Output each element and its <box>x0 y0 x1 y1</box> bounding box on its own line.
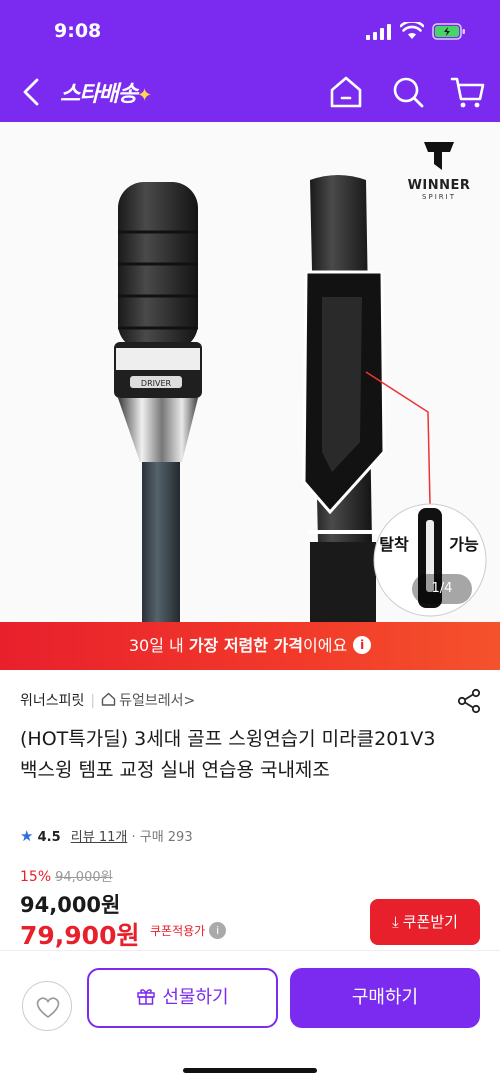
promo-bold: 가장 저렴한 가격 <box>188 636 303 655</box>
product-title: (HOT특가딜) 3세대 골프 스윙연습기 미라클201V3 백스윙 템포 교정… <box>20 728 436 781</box>
share-icon[interactable] <box>456 688 482 714</box>
download-icon: ⤓ <box>392 913 399 931</box>
purchase-count: · 구매 293 <box>131 830 193 845</box>
original-price: 94,000원 <box>55 870 113 885</box>
info-icon[interactable]: i <box>353 636 372 654</box>
cellular-signal-icon <box>366 24 391 40</box>
app-header: 스타배송✦ <box>0 62 500 122</box>
sale-price: 94,000원 <box>20 893 121 917</box>
home-icon[interactable] <box>326 72 366 112</box>
detach-label: 탈착 <box>379 535 409 554</box>
delivery-text: 듀얼브레서 <box>119 693 184 709</box>
logo-text: 스타배송 <box>60 82 138 107</box>
status-bar: 9:08 <box>0 0 500 62</box>
logo-spark-icon: ✦ <box>136 85 152 106</box>
gift-button-label: 선물하기 <box>162 987 229 1008</box>
back-icon[interactable] <box>16 74 48 110</box>
coupon-help-icon[interactable]: i <box>209 922 227 939</box>
chevron-right-icon: > <box>183 693 196 709</box>
possible-label: 가능 <box>449 535 479 554</box>
cart-icon[interactable] <box>448 72 488 112</box>
search-icon[interactable] <box>388 72 428 112</box>
get-coupon-button[interactable]: ⤓ 쿠폰받기 <box>370 899 480 945</box>
seller-name[interactable]: 위너스피릿 <box>20 693 84 709</box>
seller-divider: | <box>90 693 96 709</box>
bottom-action-bar: 선물하기 구매하기 <box>0 950 500 1082</box>
coupon-button-label: 쿠폰받기 <box>402 913 458 931</box>
home-outline-icon <box>101 692 116 706</box>
buy-button[interactable]: 구매하기 <box>290 968 480 1028</box>
star-icon: ★ <box>20 827 34 845</box>
battery-icon <box>432 23 465 40</box>
image-counter: 1/4 <box>412 574 472 604</box>
discount-rate: 15% <box>20 869 52 885</box>
rating-value: 4.5 <box>37 830 61 845</box>
star-delivery-logo: 스타배송✦ <box>60 76 152 108</box>
gift-button[interactable]: 선물하기 <box>87 968 278 1028</box>
dial-label: DRIVER <box>141 379 172 388</box>
winner-spirit-logo-icon <box>424 142 454 170</box>
rating-row: ★ 4.5 리뷰 11개 · 구매 293 <box>20 826 193 845</box>
coupon-price-label: 쿠폰적용가 i <box>150 922 227 939</box>
lowest-price-banner[interactable]: 30일 내 가장 저렴한 가격이에요 i <box>0 622 500 670</box>
coupon-label-text: 쿠폰적용가 <box>150 924 206 938</box>
home-indicator <box>183 1068 317 1073</box>
status-time: 9:08 <box>54 20 102 42</box>
product-image-carousel[interactable]: DRIVER 탈착 가능 WINNER SPIRIT 1/4 <box>0 122 500 622</box>
promo-prefix: 30일 내 <box>128 636 189 655</box>
gift-icon <box>137 989 156 1005</box>
coupon-price: 79,900원 <box>20 921 140 950</box>
brand-sub: SPIRIT <box>422 193 456 201</box>
delivery-link[interactable]: 듀얼브레서> <box>101 692 196 709</box>
top-bar: 9:08 스타배송✦ <box>0 0 500 122</box>
brand-name: WINNER <box>407 178 471 193</box>
brand-logo: WINNER SPIRIT <box>394 138 484 201</box>
review-count-link[interactable]: 리뷰 11개 <box>71 830 128 845</box>
discount-row: 15% 94,000원 <box>20 866 113 885</box>
promo-suffix: 이에요 <box>303 636 348 655</box>
wifi-icon <box>400 22 424 39</box>
heart-icon <box>36 997 60 1018</box>
wishlist-button[interactable] <box>22 981 72 1031</box>
seller-row: 위너스피릿 | 듀얼브레서> <box>20 690 195 710</box>
